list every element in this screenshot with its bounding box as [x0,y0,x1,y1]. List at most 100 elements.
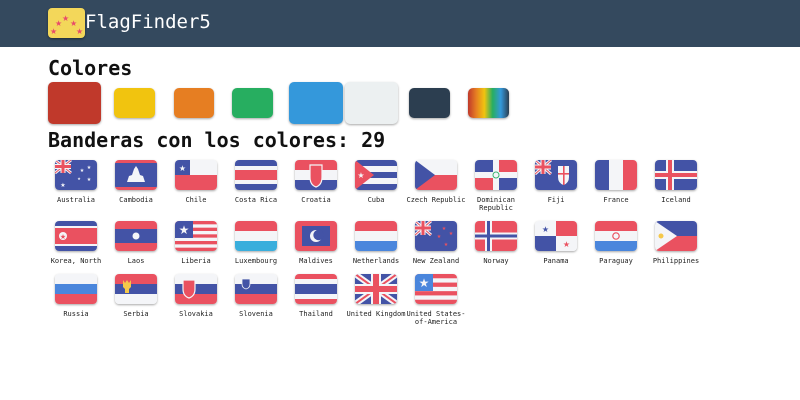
flag-label: Dominican Republic [477,196,515,212]
flag-label: Fiji [547,196,565,204]
flag-item-chile[interactable]: ★ Chile [166,160,226,204]
color-swatch-rainbow[interactable] [468,88,509,118]
svg-text:★: ★ [60,182,65,189]
flag-label: Czech Republic [406,196,466,204]
flag-image-philippines[interactable] [655,221,697,251]
flag-image-croatia[interactable] [295,160,337,190]
flag-label: Luxembourg [234,257,278,265]
flag-item-netherlands[interactable]: Netherlands [346,221,406,265]
flag-stars-icon[interactable]: ★ ★ ★ ★ ★ [48,8,85,38]
flag-image-czech-republic[interactable] [415,160,457,190]
svg-text:★: ★ [357,171,364,180]
flag-item-united-states-of-america[interactable]: ★ United States-of-America [406,274,466,326]
flag-item-panama[interactable]: ★ ★ Panama [526,221,586,265]
flag-image-norway[interactable] [475,221,517,251]
flag-label: Panama [543,257,569,265]
flag-image-serbia[interactable] [115,274,157,304]
flag-image-new-zealand[interactable]: ★ ★ ★ ★ [415,221,457,251]
flag-item-maldives[interactable]: Maldives [286,221,346,265]
flag-image-iceland[interactable] [655,160,697,190]
flag-image-fiji[interactable] [535,160,577,190]
flag-item-philippines[interactable]: Philippines [646,221,706,265]
color-swatch-dark[interactable] [409,88,450,118]
svg-text:★: ★ [87,177,92,183]
svg-text:★: ★ [563,240,570,249]
flag-image-chile[interactable]: ★ [175,160,217,190]
flag-item-costa-rica[interactable]: Costa Rica [226,160,286,204]
flag-label: Slovenia [239,310,273,318]
flag-image-cuba[interactable]: ★ [355,160,397,190]
flag-item-russia[interactable]: Russia [46,274,106,318]
flag-item-luxembourg[interactable]: Luxembourg [226,221,286,265]
flag-image-slovakia[interactable] [175,274,217,304]
flag-image-panama[interactable]: ★ ★ [535,221,577,251]
flag-image-liberia[interactable]: ★ [175,221,217,251]
svg-text:★: ★ [80,168,85,174]
flag-label: Cambodia [119,196,153,204]
flag-label: Thailand [299,310,333,318]
flag-item-slovakia[interactable]: Slovakia [166,274,226,318]
flag-label: Russia [63,310,89,318]
flag-label: Laos [127,257,145,265]
flag-image-laos[interactable] [115,221,157,251]
flag-label: Paraguay [599,257,633,265]
svg-text:★: ★ [62,14,69,23]
flag-label: United States-of-America [406,310,466,326]
results-heading: Banderas con los colores: 29 [48,128,386,152]
svg-text:★: ★ [179,164,186,173]
flag-item-norway[interactable]: Norway [466,221,526,265]
flag-item-united-kingdom[interactable]: United Kingdom [346,274,406,318]
flag-label: United Kingdom [346,310,406,318]
flag-item-korea-north[interactable]: ★ Korea, North [46,221,106,265]
flag-image-korea-north[interactable]: ★ [55,221,97,251]
flag-image-united-kingdom[interactable] [355,274,397,304]
flag-image-australia[interactable]: ★ ★ ★ ★ ★ [55,160,97,190]
flag-item-australia[interactable]: ★ ★ ★ ★ ★ Australia [46,160,106,204]
svg-text:★: ★ [419,276,430,290]
color-swatch-orange[interactable] [174,88,214,118]
color-swatch-red[interactable] [48,82,101,124]
svg-text:★: ★ [437,234,442,240]
flag-item-paraguay[interactable]: Paraguay [586,221,646,265]
flag-image-maldives[interactable] [295,221,337,251]
app-title[interactable]: FlagFinder5 [85,11,211,33]
flag-item-croatia[interactable]: Croatia [286,160,346,204]
flag-label: Cuba [367,196,385,204]
flag-item-cambodia[interactable]: Cambodia [106,160,166,204]
flag-label: Netherlands [352,257,400,265]
flag-image-luxembourg[interactable] [235,221,277,251]
flag-item-iceland[interactable]: Iceland [646,160,706,204]
svg-text:★: ★ [542,225,549,234]
flag-item-slovenia[interactable]: Slovenia [226,274,286,318]
flag-image-paraguay[interactable] [595,221,637,251]
flag-image-united-states-of-america[interactable]: ★ [415,274,457,304]
flag-image-dominican-republic[interactable] [475,160,517,190]
color-swatch-yellow[interactable] [114,88,155,118]
flag-label: New Zealand [412,257,460,265]
flag-item-serbia[interactable]: Serbia [106,274,166,318]
flag-item-laos[interactable]: Laos [106,221,166,265]
flag-image-france[interactable] [595,160,637,190]
flag-item-dominican-republic[interactable]: Dominican Republic [466,160,526,212]
flag-item-cuba[interactable]: ★ Cuba [346,160,406,204]
color-swatch-white[interactable] [345,82,398,124]
flag-item-czech-republic[interactable]: Czech Republic [406,160,466,204]
svg-text:★: ★ [50,27,57,36]
flag-image-slovenia[interactable] [235,274,277,304]
flag-image-netherlands[interactable] [355,221,397,251]
flag-image-costa-rica[interactable] [235,160,277,190]
flag-item-liberia[interactable]: ★ Liberia [166,221,226,265]
flag-label: Costa Rica [234,196,278,204]
color-swatch-blue[interactable] [289,82,343,124]
flag-item-france[interactable]: France [586,160,646,204]
flag-label: Maldives [299,257,333,265]
flag-item-thailand[interactable]: Thailand [286,274,346,318]
flag-image-thailand[interactable] [295,274,337,304]
flag-image-cambodia[interactable] [115,160,157,190]
svg-text:★: ★ [77,176,81,181]
header: ★ ★ ★ ★ ★ FlagFinder5 [0,0,800,47]
flag-image-russia[interactable] [55,274,97,304]
flag-item-new-zealand[interactable]: ★ ★ ★ ★ New Zealand [406,221,466,265]
flag-item-fiji[interactable]: Fiji [526,160,586,204]
color-swatch-green[interactable] [232,88,273,118]
